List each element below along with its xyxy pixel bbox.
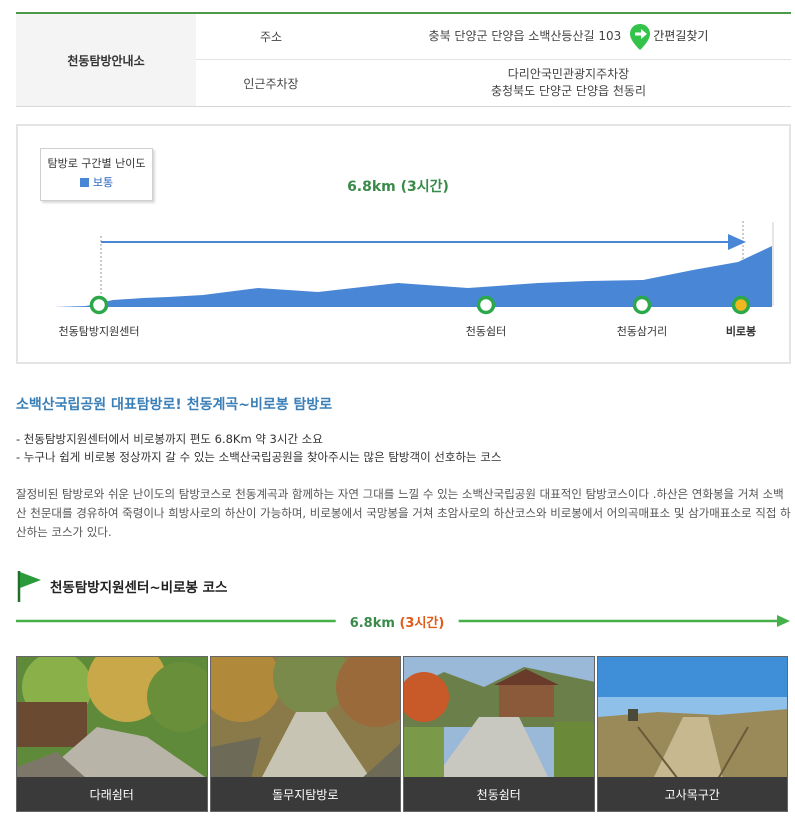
photo-caption: 고사목구간 [597,777,787,811]
point-start [89,295,109,315]
description-title: 소백산국립공원 대표탐방로! 천동계곡~비로봉 탐방로 [16,397,333,413]
legend-title: 탐방로 구간별 난이도 [47,157,146,170]
point-shelter [476,295,496,315]
info-heading: 천동탐방안내소 [16,14,196,106]
description-paragraph: 잘정비된 탐방로와 쉬운 난이도의 탐방코스로 천동계곡과 함께하는 자연 그대… [16,487,791,539]
map-pin-icon [630,23,651,50]
point-peak [731,295,751,315]
legend-swatch [79,177,89,187]
address-value-cell: 충북 단양군 단양읍 소백산등산길 103 간편길찾기 [346,23,791,51]
point-label-start: 천동탐방지원센터 [58,325,140,338]
top-divider [16,0,791,14]
parking-row: 인근주차장 다리안국민관광지주차장 충청북도 단양군 단양읍 천동리 [196,60,791,106]
photo-card[interactable]: 돌무지탐방로 [209,656,401,812]
address-key: 주소 [259,30,283,44]
parking-key: 인근주차장 [243,76,299,91]
address-row: 주소 충북 단양군 단양읍 소백산등산길 103 간편길찾기 [196,14,791,60]
point-label-peak: 비로봉 [725,325,757,338]
photo-gallery: 다래쉼터 돌무지탐방로 천동쉼터 고사목구간 [16,656,788,812]
course-title: 천동탐방지원센터~비로봉 코스 [50,580,228,596]
legend-label: 보통 [92,176,114,189]
course-time: (3시간) [399,616,445,631]
elevation-chart: 탐방로 구간별 난이도 보통 6.8km (3시간) 천동탐방지원센터 천동쉼터… [16,124,791,364]
parking-value: 다리안국민관광지주차장 충청북도 단양군 단양읍 천동리 [346,66,791,100]
photo-card[interactable]: 다래쉼터 [16,656,208,812]
description-bullets: - 천동탐방지원센터에서 비로봉까지 편도 6.8Km 약 3시간 소요 - 누… [16,430,501,466]
photo-shelter [404,657,594,779]
info-table: 천동탐방안내소 주소 충북 단양군 단양읍 소백산등산길 103 간편길찾기 인… [16,14,791,107]
photo-card[interactable]: 천동쉼터 [403,656,595,812]
point-label-junction: 천동삼거리 [616,325,668,338]
bullet-item: - 천동탐방지원센터에서 비로봉까지 편도 6.8Km 약 3시간 소요 [16,432,323,446]
point-label-shelter: 천동쉼터 [465,325,507,338]
point-junction [632,295,652,315]
photo-dead-tree-section [597,657,788,779]
course-distance: 6.8km (3시간) [335,612,459,631]
photo-card[interactable]: 고사목구간 [596,656,788,812]
address-value: 충북 단양군 단양읍 소백산등산길 103 [428,29,622,43]
parking-address: 충청북도 단양군 단양읍 천동리 [491,84,646,98]
course-distance-value: 6.8km [349,616,395,631]
legend-item: 보통 [41,174,152,190]
chart-distance: 6.8km (3시간) [347,179,449,195]
parking-name: 다리안국민관광지주차장 [507,67,630,81]
chart-legend: 탐방로 구간별 난이도 보통 [40,148,153,201]
photo-caption: 다래쉼터 [17,777,207,811]
photo-rest-area [17,657,207,779]
photo-caption: 천동쉼터 [404,777,594,811]
directions-label: 간편길찾기 [653,29,709,43]
bullet-item: - 누구나 쉽게 비로봉 정상까지 갈 수 있는 소백산국립공원을 찾아주시는 … [16,450,502,464]
photo-caption: 돌무지탐방로 [210,777,400,811]
flag-icon [17,571,41,602]
photo-stone-trail [210,657,401,779]
course-header: 천동탐방지원센터~비로봉 코스 [16,570,227,602]
directions-link[interactable]: 간편길찾기 [629,23,708,51]
elevation-area [54,246,772,307]
